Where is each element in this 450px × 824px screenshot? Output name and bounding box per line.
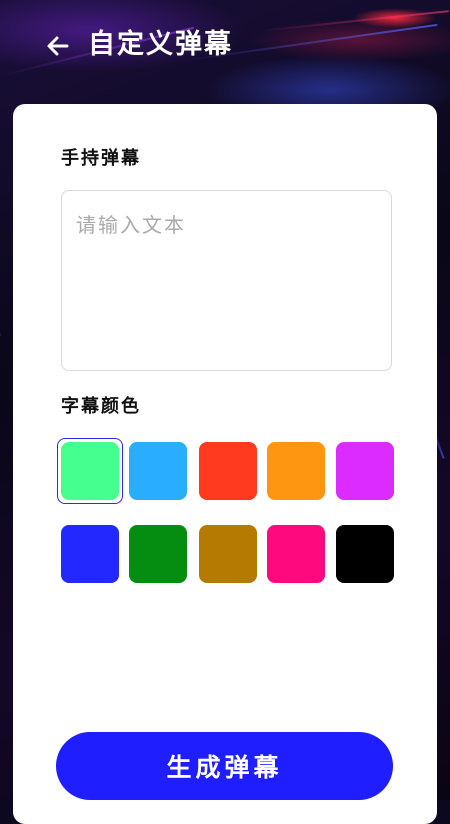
color-swatch-blue[interactable] — [61, 525, 119, 583]
text-section-label: 手持弹幕 — [61, 148, 141, 169]
danmaku-text-input[interactable] — [61, 190, 392, 371]
color-swatch-green[interactable] — [129, 525, 187, 583]
color-swatch-red[interactable] — [199, 442, 257, 500]
color-section-label: 字幕颜色 — [61, 396, 141, 417]
color-swatch-violet[interactable] — [336, 442, 394, 500]
color-swatch-pink[interactable] — [267, 525, 325, 583]
back-button[interactable] — [40, 28, 76, 64]
color-swatch-mint-green[interactable] — [61, 442, 119, 500]
form-card: 手持弹幕 字幕颜色 生成弹幕 — [13, 104, 437, 824]
page-title: 自定义弹幕 — [88, 29, 233, 60]
color-swatch-sky-blue[interactable] — [129, 442, 187, 500]
color-swatch-black[interactable] — [336, 525, 394, 583]
color-swatch-orange[interactable] — [267, 442, 325, 500]
color-swatch-brown-gold[interactable] — [199, 525, 257, 583]
generate-danmaku-button[interactable]: 生成弹幕 — [56, 732, 393, 800]
light-streak — [0, 300, 1, 337]
arrow-left-icon — [47, 36, 69, 56]
app-header: 自定义弹幕 — [0, 0, 450, 92]
